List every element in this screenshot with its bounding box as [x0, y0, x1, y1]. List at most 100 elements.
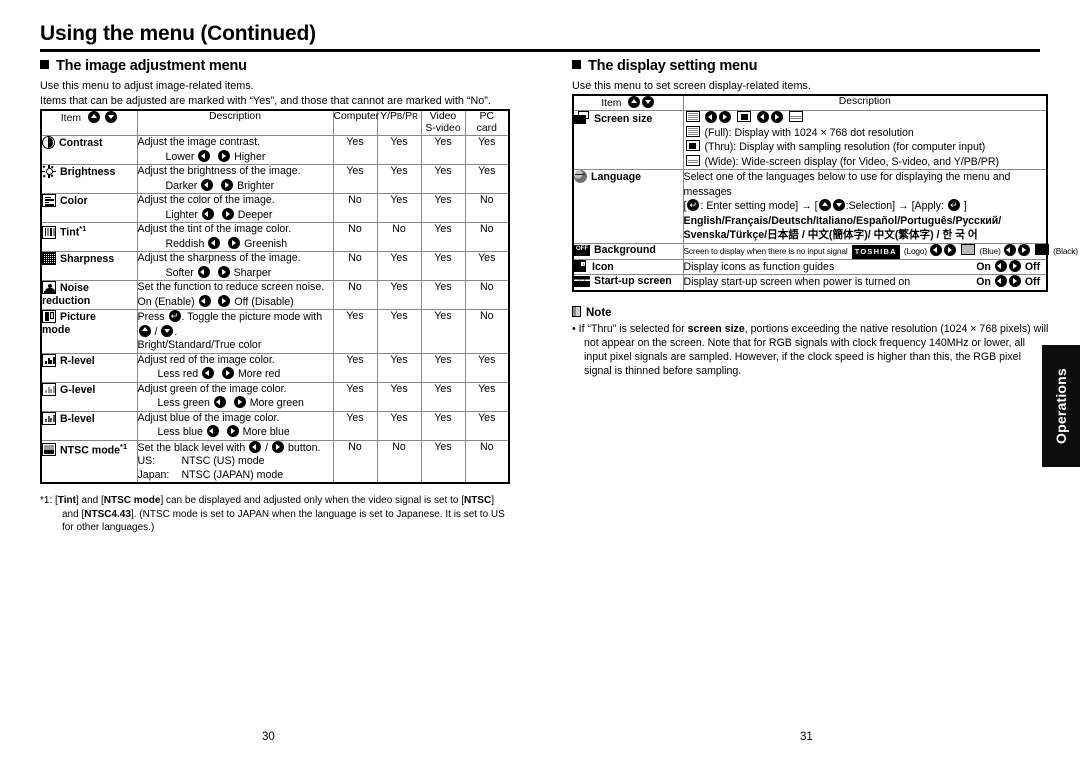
row-pccard: Yes: [464, 352, 510, 383]
row-ypbpr: No: [376, 222, 422, 252]
side-tab-operations[interactable]: Operations: [1042, 345, 1080, 467]
table-row: Picture mode Press . Toggle the picture …: [40, 309, 510, 354]
table-row: G-level Adjust green of the image color.…: [40, 381, 510, 412]
table-row: Start-up screen Display start-up screen …: [572, 274, 1048, 291]
row-ypbpr: Yes: [376, 352, 422, 383]
row-pccard: No: [464, 439, 510, 484]
row-pccard: No: [464, 193, 510, 223]
row-item-picture-mode: Picture mode: [40, 309, 138, 354]
row-desc-sharpness: Adjust the sharpness of the image. Softe…: [136, 251, 334, 281]
g-level-icon: [42, 382, 56, 396]
screen-thru-thumb-icon: [737, 111, 752, 122]
row-ypbpr: Yes: [376, 280, 422, 310]
left-button-icon: [757, 111, 770, 123]
row-video: Yes: [420, 193, 466, 223]
color-icon: [42, 194, 56, 207]
title-divider: [40, 49, 1040, 52]
right-button-icon: [1017, 243, 1030, 256]
tint-icon: [42, 225, 56, 239]
right-button-icon: [771, 111, 784, 123]
brightness-icon: [42, 165, 56, 178]
table-row: Brightness Adjust the brightness of the …: [40, 164, 510, 194]
row-computer: Yes: [332, 410, 378, 441]
right-button-icon: [272, 440, 285, 453]
left-button-icon: [1003, 243, 1016, 256]
display-setting-section: The display setting menu Use this menu t…: [572, 55, 1078, 378]
row-video: Yes: [420, 309, 466, 354]
header-pc-card: PC card: [464, 109, 510, 136]
row-item-tint: Tint*1: [40, 222, 138, 252]
right-button-icon: [221, 207, 234, 220]
table-header-row: Item Description: [572, 94, 1048, 111]
row-computer: Yes: [332, 381, 378, 412]
background-icon: [574, 244, 590, 256]
row-desc-brightness: Adjust the brightness of the image. Dark…: [136, 164, 334, 194]
image-adjustment-heading: The image adjustment menu: [40, 58, 510, 74]
header-computer: Computer: [332, 109, 379, 136]
left-button-icon: [249, 440, 262, 453]
table-row: B-level Adjust blue of the image color. …: [40, 410, 510, 441]
note-body: • If “Thru” is selected for screen size,…: [572, 322, 1049, 377]
row-pccard: No: [464, 309, 510, 354]
row-ypbpr: Yes: [376, 381, 422, 412]
right-button-icon: [1008, 275, 1021, 287]
left-button-icon: [206, 425, 219, 437]
row-video: Yes: [420, 410, 466, 441]
row-item-contrast: Contrast: [40, 135, 138, 165]
row-video: Yes: [420, 251, 466, 281]
row-pccard: Yes: [464, 135, 510, 165]
row-ypbpr: Yes: [376, 193, 422, 223]
right-button-icon: [217, 265, 230, 278]
row-item-noise-reduction: Noise reduction: [40, 280, 138, 310]
row-desc-noise-reduction: Set the function to reduce screen noise.…: [136, 280, 334, 310]
row-item-ntsc-mode: NTSC mode*1: [40, 439, 138, 484]
row-computer: No: [332, 251, 378, 281]
row-desc-icon: Display icons as function guides On Off: [682, 258, 1048, 275]
display-setting-lead-1: Use this menu to set screen display-rela…: [572, 80, 811, 92]
header-description: Description: [136, 109, 334, 136]
table-row: Screen size (Full): Display with 1024 × …: [572, 110, 1048, 170]
row-item-g-level: G-level: [40, 381, 138, 412]
image-adjustment-section: The image adjustment menu Use this menu …: [40, 55, 510, 535]
b-level-icon: [42, 411, 56, 425]
page-number-left: 30: [262, 731, 275, 743]
row-desc-startup-screen: Display start-up screen when power is tu…: [682, 274, 1048, 291]
header-video: Video S-video: [420, 109, 466, 136]
black-swatch-icon: [1035, 243, 1049, 255]
down-button-icon: [642, 96, 655, 108]
row-pccard: No: [464, 280, 510, 310]
row-computer: No: [332, 222, 378, 252]
right-button-icon: [218, 149, 231, 162]
screen-wide-thumb-icon: [685, 154, 700, 166]
row-ypbpr: Yes: [376, 410, 422, 441]
table-row: NTSC mode*1 Set the black level with / b…: [40, 439, 510, 484]
enter-button-icon: [687, 199, 700, 211]
row-ypbpr: Yes: [376, 251, 422, 281]
startup-screen-icon: [574, 276, 590, 287]
right-button-icon: [944, 243, 957, 256]
row-computer: No: [332, 439, 378, 484]
screen-size-icon: [574, 111, 590, 125]
left-button-icon: [201, 207, 214, 220]
table-row: Color Adjust the color of the image. Lig…: [40, 193, 510, 223]
down-button-icon: [161, 324, 174, 337]
page-title: Using the menu (Continued): [40, 22, 316, 45]
table-row: Background Screen to display when there …: [572, 242, 1078, 260]
header-description: Description: [682, 94, 1048, 111]
right-button-icon: [221, 178, 234, 191]
row-item-icon: Icon: [572, 258, 684, 275]
row-desc-picture-mode: Press . Toggle the picture mode with / .…: [136, 309, 334, 354]
up-button-icon: [138, 324, 151, 337]
ntsc-mode-icon: [42, 443, 56, 457]
row-desc-tint: Adjust the tint of the image color. Redd…: [136, 222, 334, 252]
header-item: Item: [40, 109, 138, 136]
row-item-brightness: Brightness: [40, 164, 138, 194]
left-button-icon: [705, 111, 718, 123]
up-button-icon: [87, 111, 100, 123]
row-item-b-level: B-level: [40, 410, 138, 441]
right-button-icon: [719, 111, 732, 123]
right-button-icon: [233, 396, 246, 408]
row-item-sharpness: Sharpness: [40, 251, 138, 281]
row-pccard: Yes: [464, 381, 510, 412]
row-item-color: Color: [40, 193, 138, 223]
